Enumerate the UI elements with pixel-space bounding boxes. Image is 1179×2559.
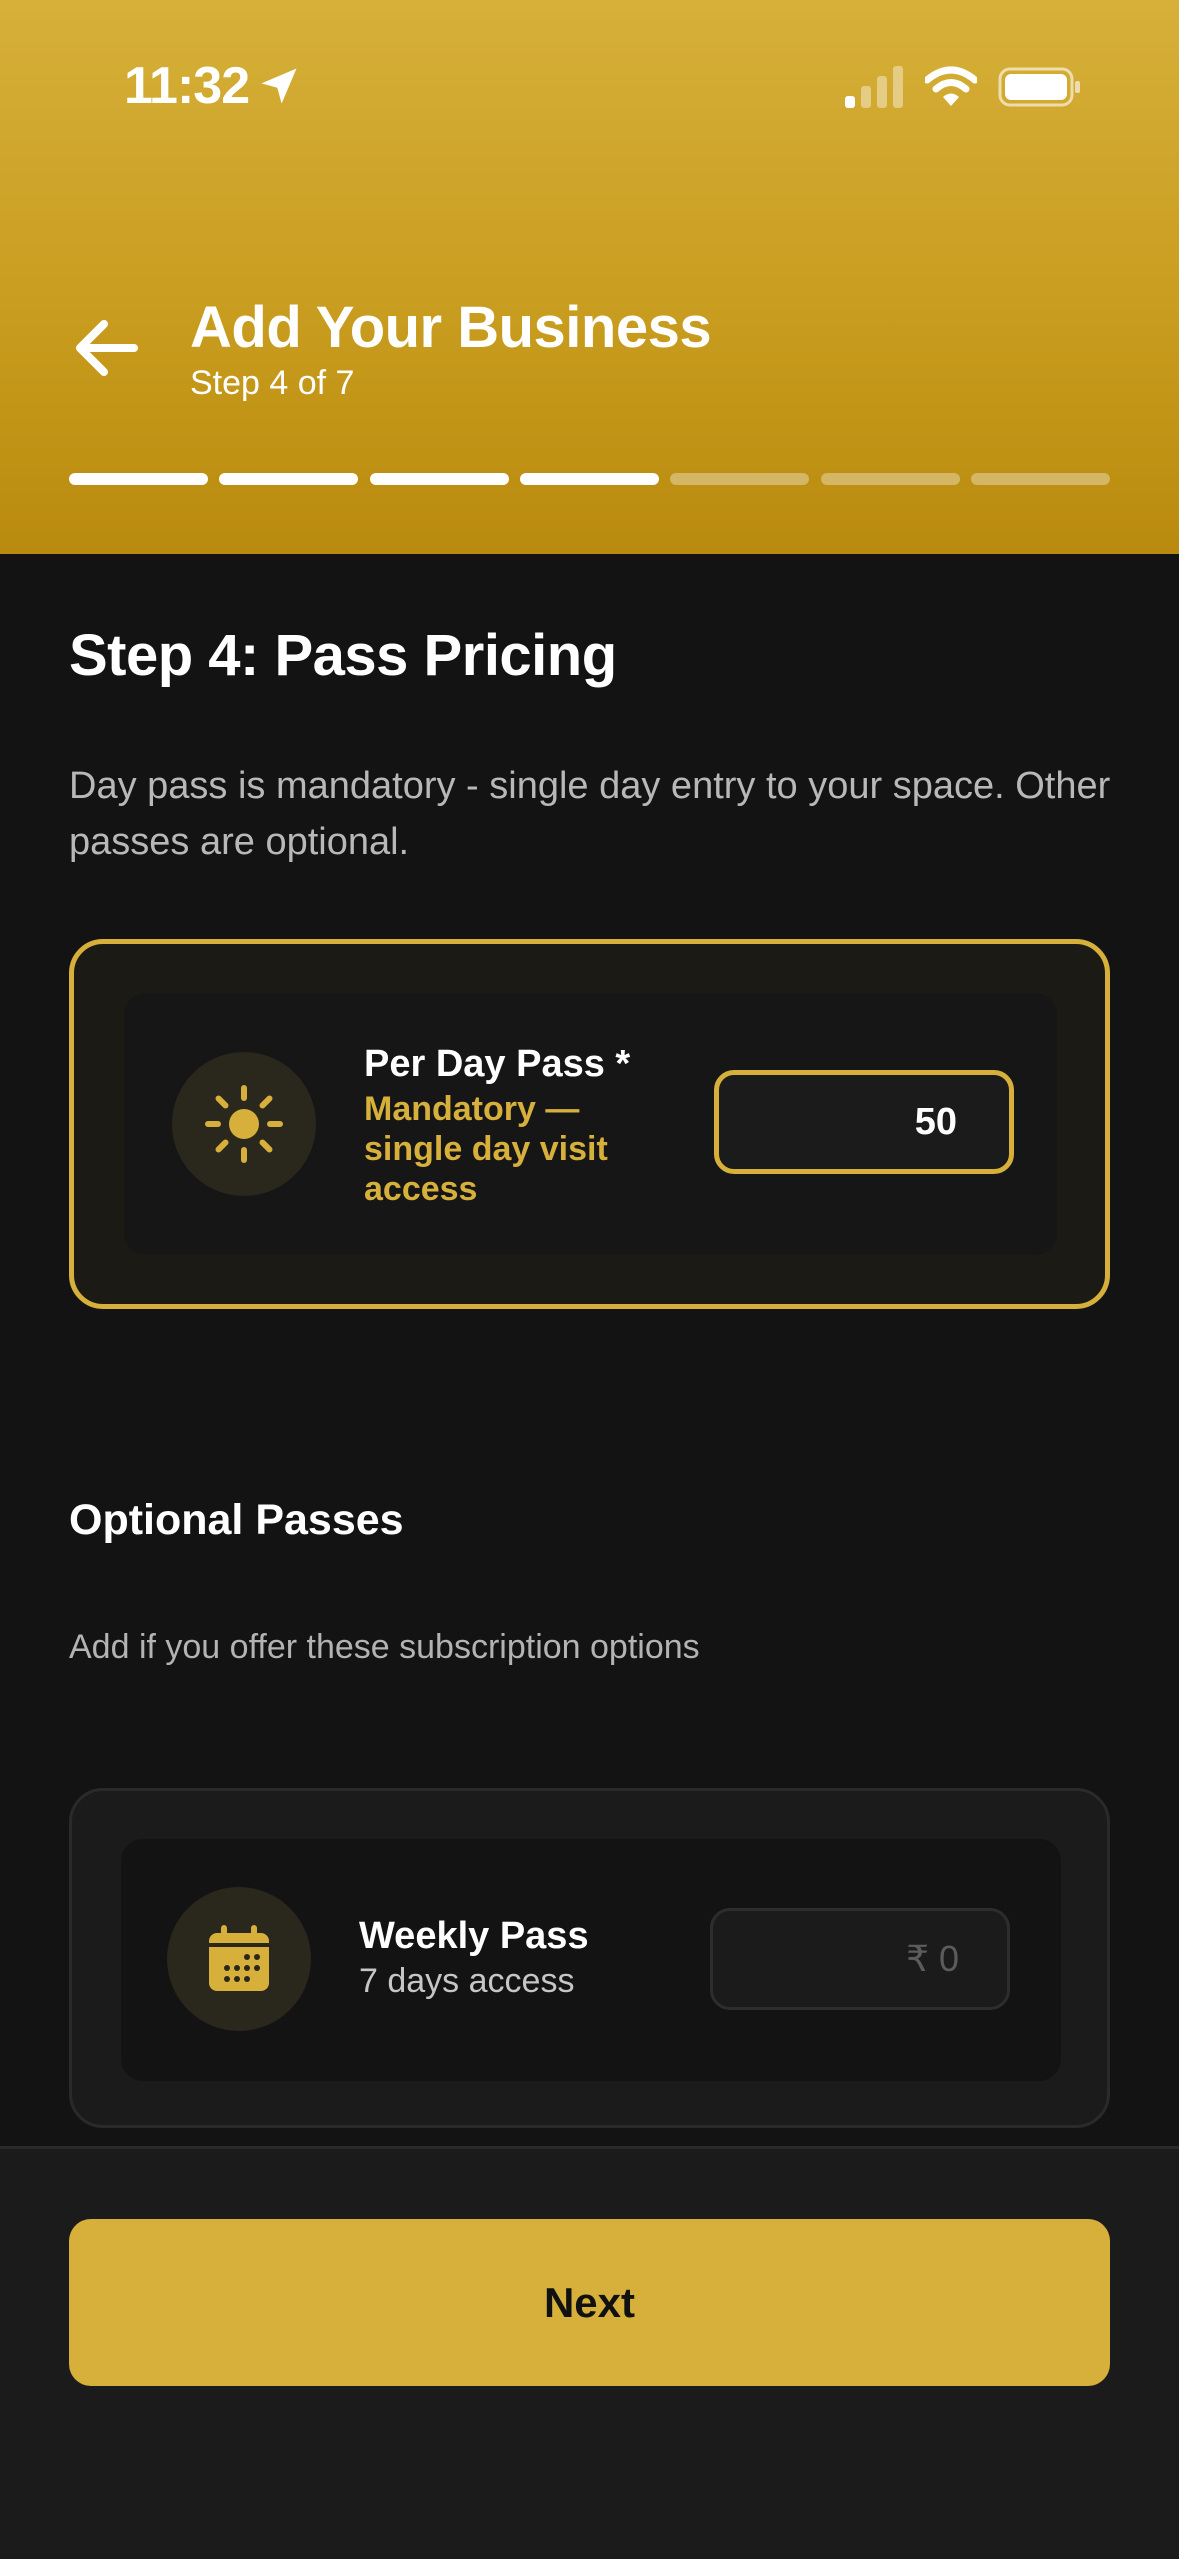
status-time: 11:32 <box>124 57 250 115</box>
optional-passes-description: Add if you offer these subscription opti… <box>69 1628 700 1666</box>
progress-segment <box>69 473 208 485</box>
step-indicator: Step 4 of 7 <box>190 364 355 402</box>
day-pass-card: Per Day Pass * Mandatory — single day vi… <box>69 939 1110 1309</box>
battery-icon <box>998 67 1080 107</box>
progress-segment <box>369 473 509 485</box>
back-arrow-icon[interactable] <box>70 318 140 378</box>
sun-icon-badge <box>172 1052 316 1196</box>
weekly-pass-title: Weekly Pass <box>359 1915 589 1957</box>
location-arrow-icon <box>261 68 297 104</box>
progress-segment <box>970 473 1110 485</box>
app-header: 11:32 Add Your Business Step 4 of 7 <box>0 0 1179 554</box>
weekly-pass-sub: 7 days access <box>359 1962 575 2000</box>
progress-segment <box>219 473 359 485</box>
step-progress-bar <box>69 473 1110 485</box>
weekly-pass-row: Weekly Pass 7 days access ₹ 0 <box>121 1839 1061 2081</box>
cellular-signal-icon <box>845 66 903 108</box>
bottom-action-bar: Next <box>0 2146 1179 2559</box>
day-pass-note: Mandatory — single day visit access <box>364 1090 608 1208</box>
progress-segment <box>670 473 810 485</box>
progress-segment <box>519 473 659 485</box>
next-button[interactable]: Next <box>69 2219 1110 2386</box>
optional-passes-heading: Optional Passes <box>69 1496 404 1544</box>
page-title: Add Your Business <box>190 295 712 360</box>
step-description: Day pass is mandatory - single day entry… <box>69 765 1111 863</box>
day-pass-title: Per Day Pass * <box>364 1043 631 1085</box>
weekly-pass-price-input[interactable]: ₹ 0 <box>710 1908 1010 2010</box>
step-title: Step 4: Pass Pricing <box>69 623 617 688</box>
calendar-icon-badge <box>167 1887 311 2031</box>
day-pass-price-input[interactable]: 50 <box>714 1070 1014 1174</box>
weekly-pass-card: Weekly Pass 7 days access ₹ 0 <box>69 1788 1110 2128</box>
progress-segment <box>820 473 960 485</box>
wifi-icon <box>925 66 977 106</box>
day-pass-row: Per Day Pass * Mandatory — single day vi… <box>124 993 1057 1255</box>
calendar-icon <box>209 1925 269 1991</box>
sun-icon <box>205 1085 283 1163</box>
